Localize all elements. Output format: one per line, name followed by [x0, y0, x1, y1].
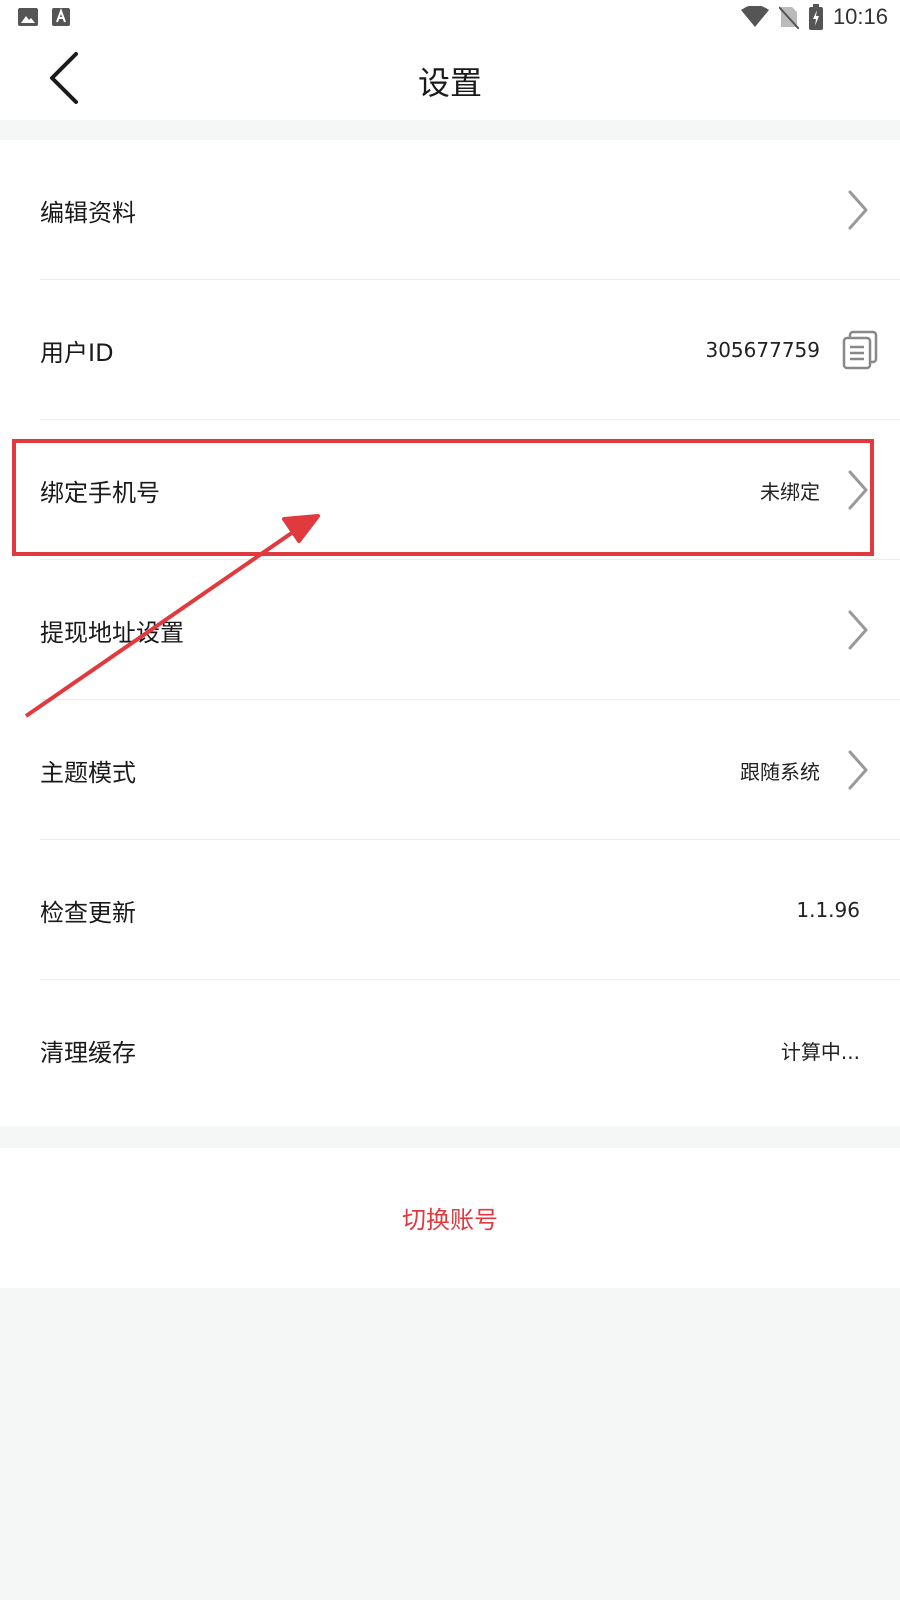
wifi-icon: [740, 6, 769, 27]
user-id-row: 用户ID 305677759: [0, 280, 900, 420]
theme-mode-value: 跟随系统: [740, 759, 820, 784]
check-update-label: 检查更新: [40, 898, 136, 927]
section-gap: [0, 1126, 900, 1148]
theme-mode-row[interactable]: 主题模式 跟随系统: [0, 700, 900, 840]
text-a-icon: [52, 8, 70, 26]
switch-account-button[interactable]: 切换账号: [0, 1200, 900, 1235]
clear-cache-row[interactable]: 清理缓存 计算中...: [0, 980, 900, 1120]
user-id-label: 用户ID: [40, 338, 114, 367]
withdraw-address-label: 提现地址设置: [40, 618, 184, 647]
clear-cache-label: 清理缓存: [40, 1038, 136, 1067]
status-bar: 10:16: [0, 0, 900, 36]
check-update-row[interactable]: 检查更新 1.1.96: [0, 840, 900, 980]
chevron-right-icon: [848, 750, 868, 790]
chevron-right-icon: [848, 470, 868, 510]
settings-list: 编辑资料 用户ID 305677759 绑定手机号 未绑定 提现地址设置 主题模…: [0, 140, 900, 1126]
no-sim-icon: [778, 6, 799, 29]
user-id-value: 305677759: [705, 338, 820, 362]
section-gap: [0, 120, 900, 140]
theme-mode-label: 主题模式: [40, 758, 136, 787]
edit-profile-row[interactable]: 编辑资料: [0, 140, 900, 280]
battery-charging-icon: [808, 4, 823, 30]
status-right-icons: 10:16: [740, 4, 888, 30]
chevron-right-icon: [848, 190, 868, 230]
switch-account-row: 切换账号: [0, 1148, 900, 1288]
edit-profile-label: 编辑资料: [40, 198, 136, 227]
chevron-right-icon: [848, 610, 868, 650]
cache-size-value: 计算中...: [780, 1039, 860, 1064]
status-left-icons: [18, 8, 70, 26]
version-value: 1.1.96: [796, 898, 860, 922]
bind-phone-row[interactable]: 绑定手机号 未绑定: [0, 420, 900, 560]
image-icon: [18, 8, 38, 26]
page-title: 设置: [417, 64, 482, 102]
copy-icon[interactable]: [842, 330, 878, 370]
bind-phone-value: 未绑定: [760, 479, 820, 504]
status-time: 10:16: [832, 4, 888, 29]
bind-phone-label: 绑定手机号: [40, 478, 160, 507]
nav-bar: 设置: [0, 36, 900, 120]
withdraw-address-row[interactable]: 提现地址设置: [0, 560, 900, 700]
